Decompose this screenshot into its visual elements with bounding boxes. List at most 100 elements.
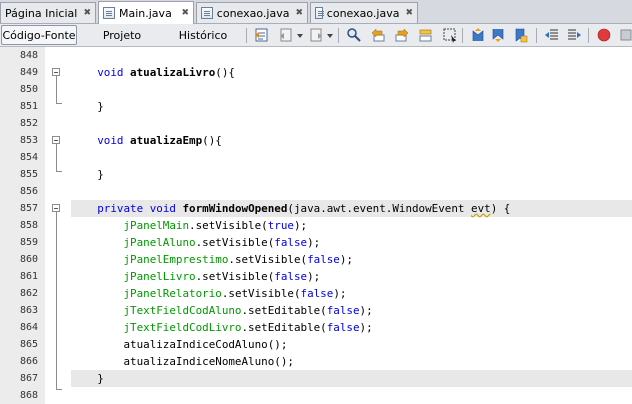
code-line-865: atualizaIndiceCodAluno(); <box>71 336 632 353</box>
fold-collapse-icon[interactable] <box>52 68 60 76</box>
keyword: private <box>97 202 144 215</box>
fold-collapse-icon[interactable] <box>52 136 60 144</box>
code-text: .setEditable( <box>241 321 327 334</box>
back-icon[interactable] <box>278 27 294 43</box>
editor-toolbar: Código-Fonte Projeto Histórico <box>0 24 632 47</box>
field-name: jPanelAluno <box>123 236 196 249</box>
literal: true <box>267 219 294 232</box>
shift-left-icon[interactable] <box>544 27 560 43</box>
keyword: void <box>97 66 124 79</box>
code-editor[interactable]: void atualizaLivro(){ } void atualizaEmp… <box>71 47 632 404</box>
code-text: atualizaIndiceCodAluno(); <box>123 338 288 351</box>
code-line-861: jPanelLivro.setVisible(false); <box>71 268 632 285</box>
back-dropdown-icon[interactable] <box>296 27 304 43</box>
tab-main-java[interactable]: Main.java ✖ <box>98 1 194 24</box>
code-text: ); <box>307 236 321 249</box>
last-edit-icon[interactable] <box>254 27 270 43</box>
close-icon[interactable]: ✖ <box>289 8 303 18</box>
keyword: void <box>97 134 124 147</box>
code-line-859: jPanelAluno.setVisible(false); <box>71 234 632 251</box>
tab-pagina-inicial[interactable]: Página Inicial ✖ <box>0 2 96 23</box>
line-number: 865 <box>19 339 38 350</box>
source-view-button[interactable]: Código-Fonte <box>1 25 77 45</box>
tab-conexao-java-2[interactable]: conexao.java ✖ <box>310 2 418 23</box>
line-number: 859 <box>19 237 38 248</box>
line-number: 848 <box>19 50 38 61</box>
code-folding-margin <box>45 47 71 404</box>
toolbar-separator <box>338 28 339 43</box>
toggle-highlight-search-icon[interactable] <box>442 27 458 43</box>
java-file-icon <box>315 7 324 19</box>
line-number: 856 <box>19 186 38 197</box>
tab-conexao-java[interactable]: conexao.java ✖ <box>196 2 308 23</box>
line-number: 862 <box>19 288 38 299</box>
keyword: void <box>149 202 176 215</box>
code-line-860: jPanelEmprestimo.setVisible(false); <box>71 251 632 268</box>
literal: false <box>326 304 360 317</box>
line-number: 855 <box>19 169 38 180</box>
field-name: jTextFieldCodLivro <box>123 321 242 334</box>
forward-dropdown-icon[interactable] <box>326 27 334 43</box>
code-text: ); <box>293 219 308 232</box>
tab-label: Main.java <box>119 6 172 20</box>
code-text: ); <box>359 304 373 317</box>
java-file-icon <box>201 7 213 19</box>
find-next-icon[interactable] <box>394 27 410 43</box>
literal: false <box>326 321 360 334</box>
toolbar-separator <box>246 28 247 43</box>
close-icon[interactable]: ✖ <box>175 8 189 18</box>
method-name: atualizaLivro <box>130 66 216 79</box>
field-name: jPanelMain <box>123 219 190 232</box>
parameter-name: evt <box>471 202 491 215</box>
line-number: 850 <box>19 84 38 95</box>
code-text: .setVisible( <box>189 219 268 232</box>
line-number: 866 <box>19 356 38 367</box>
field-name: jPanelRelatorio <box>123 287 222 300</box>
next-bookmark-icon[interactable] <box>490 27 506 43</box>
line-number: 849 <box>19 67 38 78</box>
code-line-855: } <box>71 166 632 183</box>
code-line-853: void atualizaEmp(){ <box>71 132 632 149</box>
stop-macro-recording-icon[interactable] <box>618 27 632 43</box>
previous-bookmark-icon[interactable] <box>470 27 486 43</box>
field-name: jPanelEmprestimo <box>123 253 229 266</box>
code-line-858: jPanelMain.setVisible(true); <box>71 217 632 234</box>
code-text: } <box>97 168 104 181</box>
code-line-851: } <box>71 98 632 115</box>
forward-icon[interactable] <box>308 27 324 43</box>
code-line-863: jTextFieldCodAluno.setEditable(false); <box>71 302 632 319</box>
design-view-button[interactable]: Projeto <box>90 25 154 45</box>
fold-guide <box>56 103 62 104</box>
toolbar-separator <box>588 28 589 43</box>
tab-label: conexao.java <box>326 6 400 20</box>
code-line-864: jTextFieldCodLivro.setEditable(false); <box>71 319 632 336</box>
fold-guide <box>56 76 57 103</box>
find-previous-icon[interactable] <box>370 27 386 43</box>
shift-right-icon[interactable] <box>566 27 582 43</box>
literal: false <box>274 270 308 283</box>
code-text: ) { <box>490 202 511 215</box>
fold-collapse-icon[interactable] <box>52 204 60 212</box>
close-icon[interactable]: ✖ <box>77 8 91 18</box>
toolbar-separator <box>536 28 537 43</box>
start-macro-recording-icon[interactable] <box>596 27 612 43</box>
editor-tab-strip: Página Inicial ✖ Main.java ✖ conexao.jav… <box>0 0 632 24</box>
line-number: 860 <box>19 254 38 265</box>
fold-guide <box>56 389 62 390</box>
history-view-button[interactable]: Histórico <box>168 25 238 45</box>
history-view-label: Histórico <box>178 28 228 42</box>
line-number: 867 <box>19 373 38 384</box>
line-number: 854 <box>19 152 38 163</box>
line-number: 852 <box>19 118 38 129</box>
code-text: .setVisible( <box>195 270 275 283</box>
fold-guide <box>56 171 62 172</box>
find-icon[interactable] <box>346 27 362 43</box>
close-icon[interactable]: ✖ <box>399 8 413 18</box>
code-line-857: private void formWindowOpened(java.awt.e… <box>71 200 632 217</box>
line-number-gutter[interactable]: 848 849 850 851 852 853 854 855 856 857 … <box>0 47 46 404</box>
field-name: jPanelLivro <box>123 270 196 283</box>
find-selection-icon[interactable] <box>418 27 434 43</box>
code-text: (){ <box>215 66 235 79</box>
code-text: (){ <box>202 134 222 147</box>
toggle-bookmark-icon[interactable] <box>512 27 528 43</box>
